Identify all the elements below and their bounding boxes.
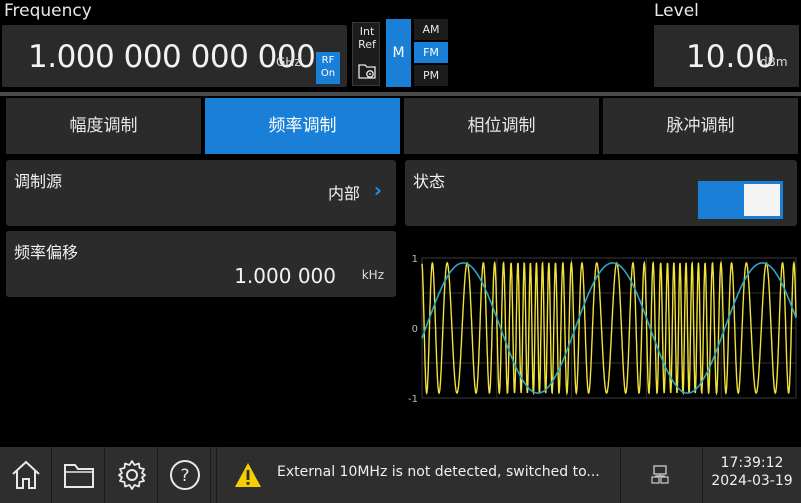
frequency-deviation-panel[interactable]: 频率偏移 1.000 000 kHz <box>6 231 396 297</box>
clock: 17:39:12 2024-03-19 <box>702 447 801 503</box>
mod-fm-button[interactable]: FM <box>414 42 448 63</box>
level-field[interactable]: 10.00 dBm <box>654 25 799 87</box>
network-status[interactable] <box>620 447 698 503</box>
folder-icon <box>63 464 94 488</box>
state-toggle[interactable] <box>698 181 783 219</box>
modulation-tabs: 幅度调制 频率调制 相位调制 脉冲调制 <box>6 98 801 154</box>
level-label: Level <box>654 1 699 21</box>
deviation-value: 1.000 000 <box>234 264 336 288</box>
bottom-toolbar: ? External 10MHz is not detected, switch… <box>0 447 801 503</box>
settings-button[interactable] <box>106 447 158 503</box>
deviation-label: 频率偏移 <box>14 243 79 262</box>
gear-icon <box>117 460 146 490</box>
toggle-knob <box>744 184 780 216</box>
mod-am-button[interactable]: AM <box>414 19 448 40</box>
y-tick-label: -1 <box>408 394 418 405</box>
y-tick-label: 1 <box>412 254 418 265</box>
modulation-master-button[interactable]: M <box>386 19 411 87</box>
deviation-unit: kHz <box>361 268 384 282</box>
reference-label: Int Ref <box>353 25 381 51</box>
reference-button[interactable]: Int Ref <box>352 22 380 86</box>
source-value: 内部 <box>327 184 360 203</box>
modulation-waveform-chart: 1 0 -1 <box>404 254 799 418</box>
tab-am[interactable]: 幅度调制 <box>6 98 201 154</box>
svg-text:?: ? <box>180 466 189 486</box>
help-button[interactable]: ? <box>159 447 211 503</box>
frequency-unit: GHz <box>276 55 301 69</box>
chevron-right-icon: › <box>373 178 382 202</box>
state-label: 状态 <box>413 172 446 191</box>
frequency-value: 1.000 000 000 000 <box>28 39 316 75</box>
level-unit: dBm <box>760 55 788 69</box>
rf-label: RF <box>321 55 335 66</box>
header-divider <box>0 92 801 96</box>
frequency-field[interactable]: 1.000 000 000 000 GHz RF On <box>2 25 347 87</box>
header-bar: Frequency 1.000 000 000 000 GHz RF On In… <box>0 0 801 92</box>
rf-on-button[interactable]: RF On <box>316 52 340 84</box>
mod-pm-button[interactable]: PM <box>414 65 448 86</box>
clock-time: 17:39:12 <box>720 455 784 471</box>
frequency-label: Frequency <box>4 1 92 21</box>
state-panel: 状态 <box>405 160 797 226</box>
rf-state: On <box>320 68 336 79</box>
ref-line-2: Ref <box>358 38 376 51</box>
modulation-list: AM FM PM <box>414 19 448 87</box>
help-icon: ? <box>169 460 200 490</box>
network-icon <box>651 465 669 484</box>
status-message[interactable]: External 10MHz is not detected, switched… <box>216 447 612 503</box>
home-icon <box>11 460 40 489</box>
waveform-svg: 1 0 -1 <box>408 254 797 405</box>
source-label: 调制源 <box>14 172 63 191</box>
clock-date: 2024-03-19 <box>711 473 793 489</box>
tab-pulse[interactable]: 脉冲调制 <box>603 98 798 154</box>
home-button[interactable] <box>0 447 52 503</box>
status-text: External 10MHz is not detected, switched… <box>277 464 600 480</box>
tab-pm[interactable]: 相位调制 <box>404 98 599 154</box>
folder-settings-icon <box>358 64 376 79</box>
file-button[interactable] <box>53 447 105 503</box>
ref-line-1: Int <box>359 25 375 38</box>
modulation-source-panel[interactable]: 调制源 内部 › <box>6 160 396 226</box>
tab-fm[interactable]: 频率调制 <box>205 98 400 154</box>
y-tick-label: 0 <box>412 324 418 335</box>
warning-icon <box>235 463 261 487</box>
